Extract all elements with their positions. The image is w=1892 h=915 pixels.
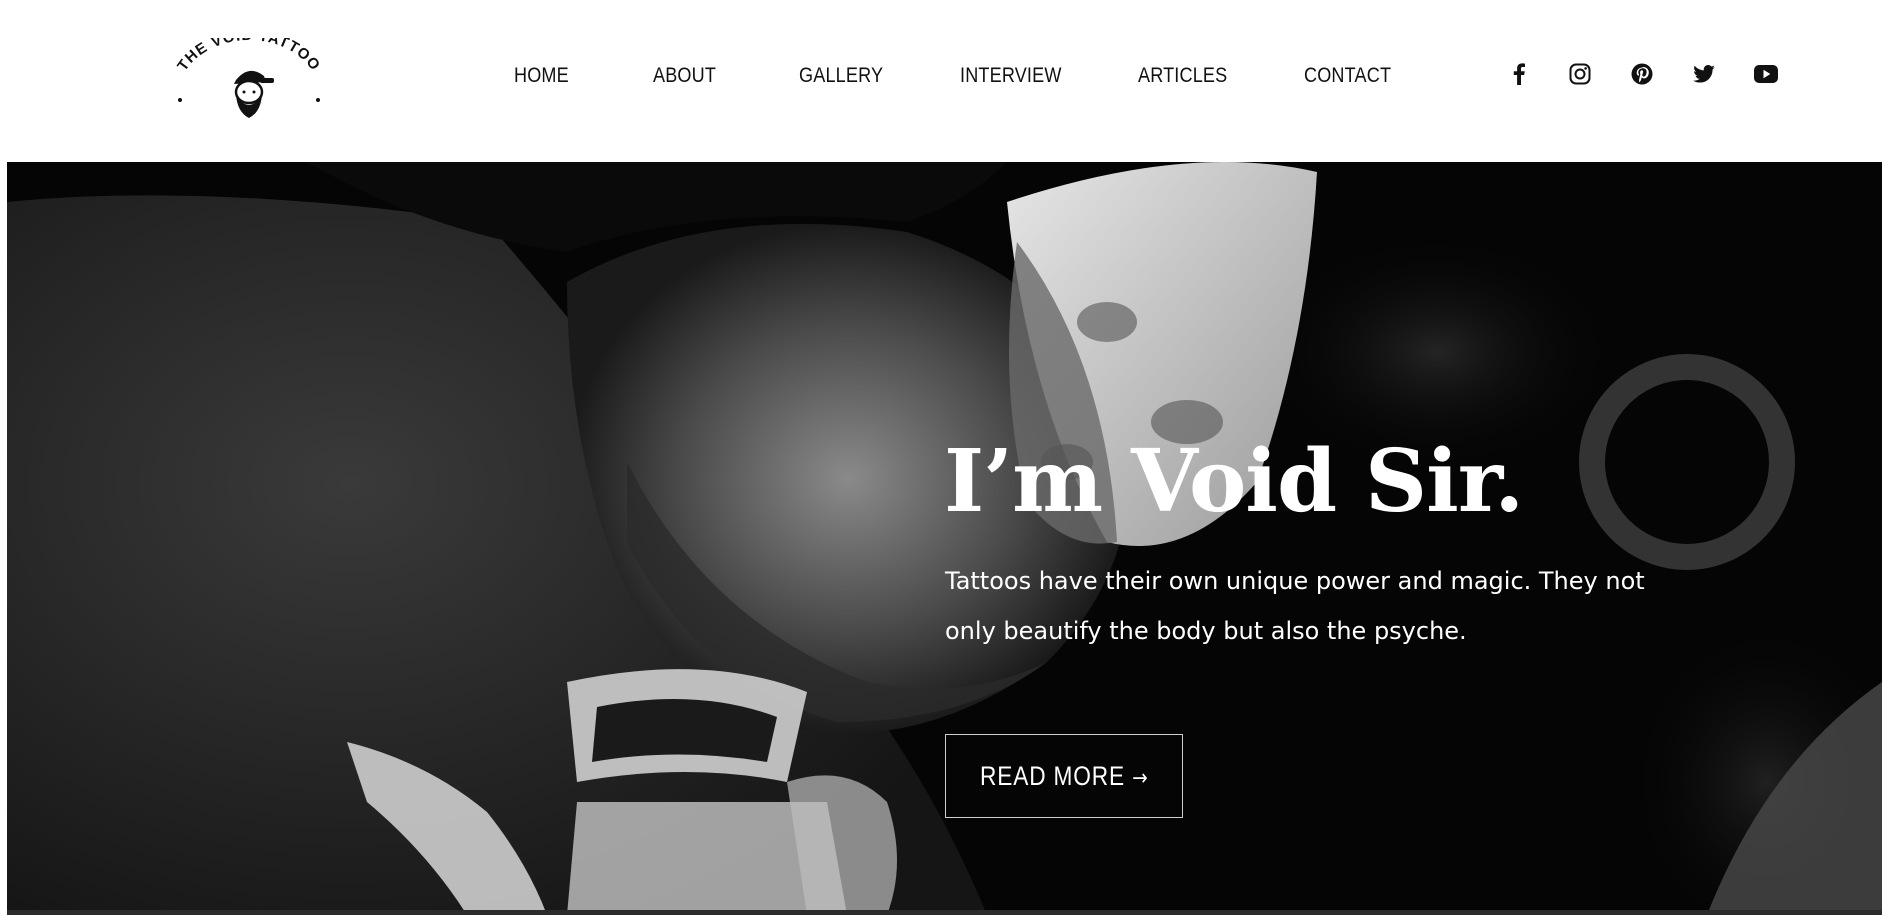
hero-description-line-1: Tattoos have their own unique power and …	[945, 567, 1645, 595]
instagram-icon[interactable]	[1565, 59, 1595, 89]
site-logo[interactable]: THE VOID TATTOO	[170, 38, 328, 124]
hero-section: I’m Void Sir. Tattoos have their own uni…	[7, 162, 1882, 915]
read-more-button[interactable]: READ MORE →	[945, 734, 1183, 818]
nav-articles[interactable]: ARTICLES	[1138, 58, 1227, 94]
logo-text: THE VOID TATTOO	[174, 38, 324, 74]
nav-interview[interactable]: INTERVIEW	[960, 58, 1062, 94]
logo-head-icon	[234, 70, 274, 118]
hero-title: I’m Void Sir.	[944, 431, 1524, 532]
nav-contact[interactable]: CONTACT	[1304, 58, 1391, 94]
page-frame: THE VOID TATTOO HOME ABOUT GALLERY INT	[7, 0, 1882, 915]
logo-emblem: THE VOID TATTOO	[174, 38, 324, 118]
nav-gallery[interactable]: GALLERY	[799, 58, 883, 94]
facebook-icon[interactable]	[1504, 59, 1534, 89]
pinterest-icon[interactable]	[1627, 59, 1657, 89]
twitter-icon[interactable]	[1689, 59, 1719, 89]
arrow-right-icon: →	[1131, 765, 1149, 791]
read-more-label: READ MORE →	[980, 761, 1148, 792]
nav-home[interactable]: HOME	[514, 58, 569, 94]
read-more-text: READ MORE	[979, 760, 1125, 791]
hero-description-line-2: only beautify the body but also the psyc…	[945, 617, 1467, 645]
youtube-icon[interactable]	[1751, 59, 1781, 89]
nav-about[interactable]: ABOUT	[653, 58, 716, 94]
hero-description: Tattoos have their own unique power and …	[945, 556, 1665, 656]
site-header: THE VOID TATTOO HOME ABOUT GALLERY INT	[7, 0, 1882, 162]
